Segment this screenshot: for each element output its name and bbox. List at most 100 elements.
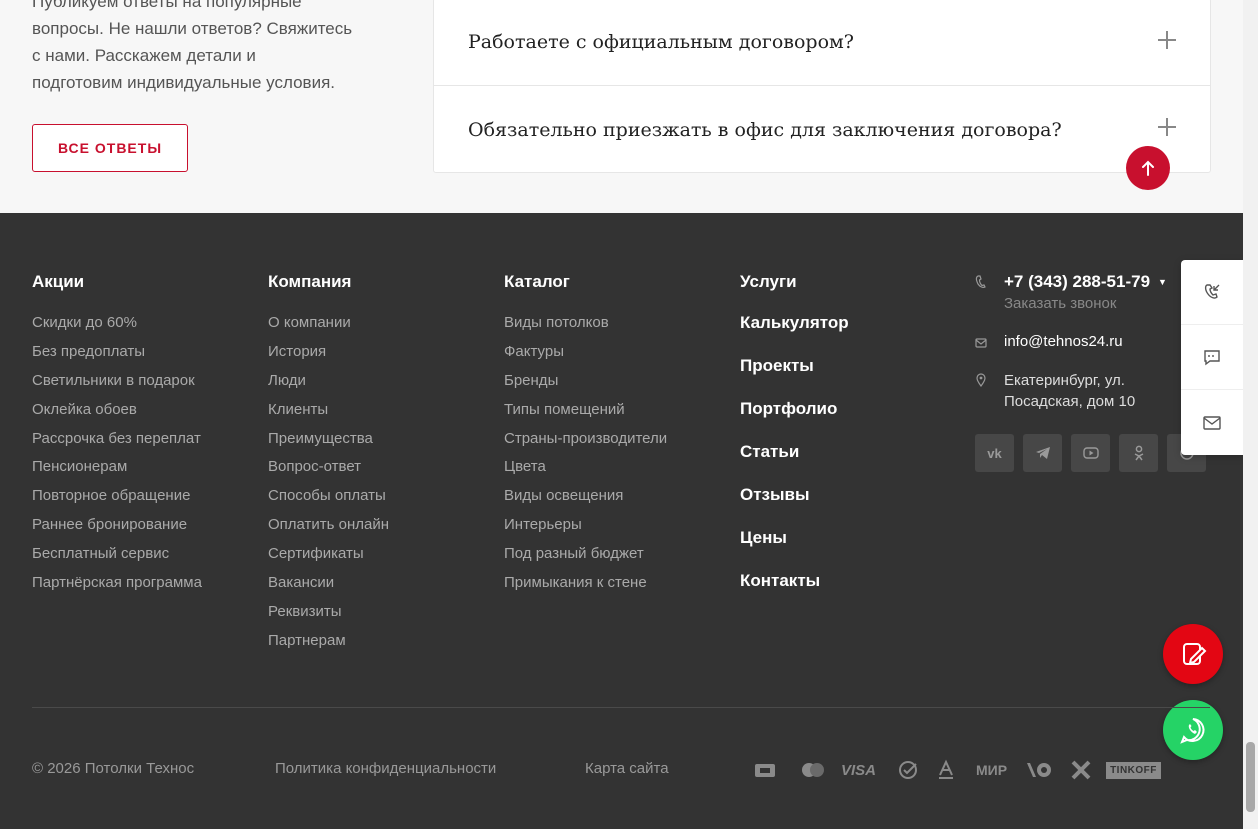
scrollbar-thumb[interactable]: [1246, 742, 1255, 812]
footer-link[interactable]: Оплатить онлайн: [268, 516, 389, 545]
footer-column-services: Услуги Калькулятор Проекты Портфолио Ста…: [740, 272, 849, 615]
intro-line: подготовим индивидуальные условия.: [32, 73, 336, 92]
phone-row: +7 (343) 288-51-79 ▼ Заказать звонок: [975, 272, 1167, 312]
footer-link[interactable]: Цвета: [504, 458, 667, 487]
intro-line: с нами. Расскажем детали и: [32, 46, 256, 65]
footer-link[interactable]: Калькулятор: [740, 314, 849, 357]
footer-link[interactable]: Виды потолков: [504, 314, 667, 343]
footer-link[interactable]: Типы помещений: [504, 401, 667, 430]
footer-link[interactable]: Реквизиты: [268, 603, 389, 632]
footer-link[interactable]: Скидки до 60%: [32, 314, 202, 343]
footer-link[interactable]: Под разный бюджет: [504, 545, 667, 574]
mir-icon: МИР: [976, 762, 1008, 778]
intro-line: Публикуем ответы на популярные: [32, 0, 302, 11]
footer-link[interactable]: Страны-производители: [504, 430, 667, 459]
chevron-down-icon[interactable]: ▼: [1158, 277, 1167, 287]
faq-item[interactable]: Обязательно приезжать в офис для заключе…: [434, 86, 1210, 173]
card-payment-icon: [755, 764, 775, 777]
telegram-icon[interactable]: [1023, 434, 1062, 472]
mail-icon: [975, 338, 987, 348]
chat-bubble-icon: [1204, 350, 1220, 366]
footer-link[interactable]: Проекты: [740, 357, 849, 400]
visa-icon: VISA: [841, 761, 877, 779]
chat-side-button[interactable]: [1181, 325, 1243, 390]
odnoklassniki-icon[interactable]: [1119, 434, 1158, 472]
footer-link[interactable]: Контакты: [740, 572, 849, 615]
plus-icon[interactable]: [1158, 31, 1176, 49]
footer-link[interactable]: Клиенты: [268, 401, 389, 430]
intro-line: вопросы. Не нашли ответов? Свяжитесь: [32, 19, 353, 38]
callback-side-button[interactable]: [1181, 260, 1243, 325]
check-circle-icon: [899, 761, 918, 779]
footer-link[interactable]: Светильники в подарок: [32, 372, 202, 401]
envelope-icon: [1203, 415, 1221, 430]
footer-link[interactable]: Раннее бронирование: [32, 516, 202, 545]
footer-link[interactable]: Интерьеры: [504, 516, 667, 545]
faq-item[interactable]: Работаете с официальным договором?: [434, 0, 1210, 86]
privacy-policy-link[interactable]: Политика конфиденциальности: [275, 760, 496, 777]
faq-list: Работаете с официальным договором? Обяза…: [433, 0, 1211, 173]
plus-icon[interactable]: [1158, 118, 1176, 136]
alfa-icon: [939, 759, 954, 779]
arrow-up-icon: [1142, 160, 1154, 176]
footer-link[interactable]: Виды освещения: [504, 487, 667, 516]
email-link[interactable]: info@tehnos24.ru: [1004, 333, 1123, 350]
faq-intro: Публикуем ответы на популярные вопросы. …: [32, 0, 382, 96]
footer-link[interactable]: Цены: [740, 529, 849, 572]
youtube-icon[interactable]: [1071, 434, 1110, 472]
faq-section: Публикуем ответы на популярные вопросы. …: [0, 0, 1243, 213]
footer-link[interactable]: Вопрос-ответ: [268, 458, 389, 487]
callback-link[interactable]: Заказать звонок: [1004, 295, 1167, 312]
footer-link[interactable]: Рассрочка без переплат: [32, 430, 202, 459]
footer-link[interactable]: Вакансии: [268, 574, 389, 603]
footer-link[interactable]: Пенсионерам: [32, 458, 202, 487]
address-line: Посадская, дом 10: [1004, 393, 1136, 410]
email-row: info@tehnos24.ru: [975, 333, 1123, 350]
address-row: Екатеринбург, ул. Посадская, дом 10: [975, 370, 1135, 412]
footer-link[interactable]: Бренды: [504, 372, 667, 401]
faq-question: Работаете с официальным договором?: [468, 31, 854, 53]
mastercard-icon: [802, 763, 824, 777]
footer-link[interactable]: Сертификаты: [268, 545, 389, 574]
footer-link[interactable]: Портфолио: [740, 400, 849, 443]
social-links: vk: [975, 434, 1206, 472]
side-contact-panel: [1181, 260, 1243, 455]
footer-link[interactable]: Партнерам: [268, 632, 389, 661]
footer-column-catalog: Каталог Виды потолков Фактуры Бренды Тип…: [504, 272, 667, 603]
footer-link[interactable]: Фактуры: [504, 343, 667, 372]
footer-link[interactable]: Люди: [268, 372, 389, 401]
footer-link[interactable]: Бесплатный сервис: [32, 545, 202, 574]
footer-link[interactable]: Статьи: [740, 443, 849, 486]
tinkoff-icon: TINKOFF: [1106, 761, 1161, 779]
footer-link[interactable]: Партнёрская программа: [32, 574, 202, 603]
phone-icon: [975, 275, 986, 288]
footer-link[interactable]: История: [268, 343, 389, 372]
whatsapp-icon: [1180, 718, 1205, 744]
scroll-to-top-button[interactable]: [1126, 146, 1170, 190]
footer-link[interactable]: Преимущества: [268, 430, 389, 459]
yoomoney-icon: [1027, 763, 1052, 777]
whatsapp-fab-button[interactable]: [1163, 700, 1223, 760]
vk-icon[interactable]: vk: [975, 434, 1014, 472]
footer-column-title[interactable]: Услуги: [740, 272, 849, 292]
sitemap-link[interactable]: Карта сайта: [585, 760, 669, 777]
email-side-button[interactable]: [1181, 390, 1243, 455]
footer-column-promo: Акции Скидки до 60% Без предоплаты Свети…: [32, 272, 202, 603]
footer-divider: [32, 707, 1210, 708]
phone-number[interactable]: +7 (343) 288-51-79: [1004, 272, 1150, 292]
footer-link[interactable]: Без предоплаты: [32, 343, 202, 372]
footer-column-title: Компания: [268, 272, 352, 291]
page-scrollbar[interactable]: [1243, 0, 1258, 829]
footer-column-title: Акции: [32, 272, 85, 291]
request-form-button[interactable]: [1163, 624, 1223, 684]
address-line: Екатеринбург, ул.: [1004, 372, 1125, 389]
footer-link[interactable]: Повторное обращение: [32, 487, 202, 516]
footer-link[interactable]: Примыкания к стене: [504, 574, 667, 603]
footer-link[interactable]: Отзывы: [740, 486, 849, 529]
footer-link[interactable]: Способы оплаты: [268, 487, 389, 516]
copyright: © 2026 Потолки Технос: [32, 760, 195, 777]
all-answers-button[interactable]: ВСЕ ОТВЕТЫ: [32, 124, 188, 172]
faq-question: Обязательно приезжать в офис для заключе…: [468, 118, 1062, 141]
footer-link[interactable]: О компании: [268, 314, 389, 343]
footer-link[interactable]: Оклейка обоев: [32, 401, 202, 430]
